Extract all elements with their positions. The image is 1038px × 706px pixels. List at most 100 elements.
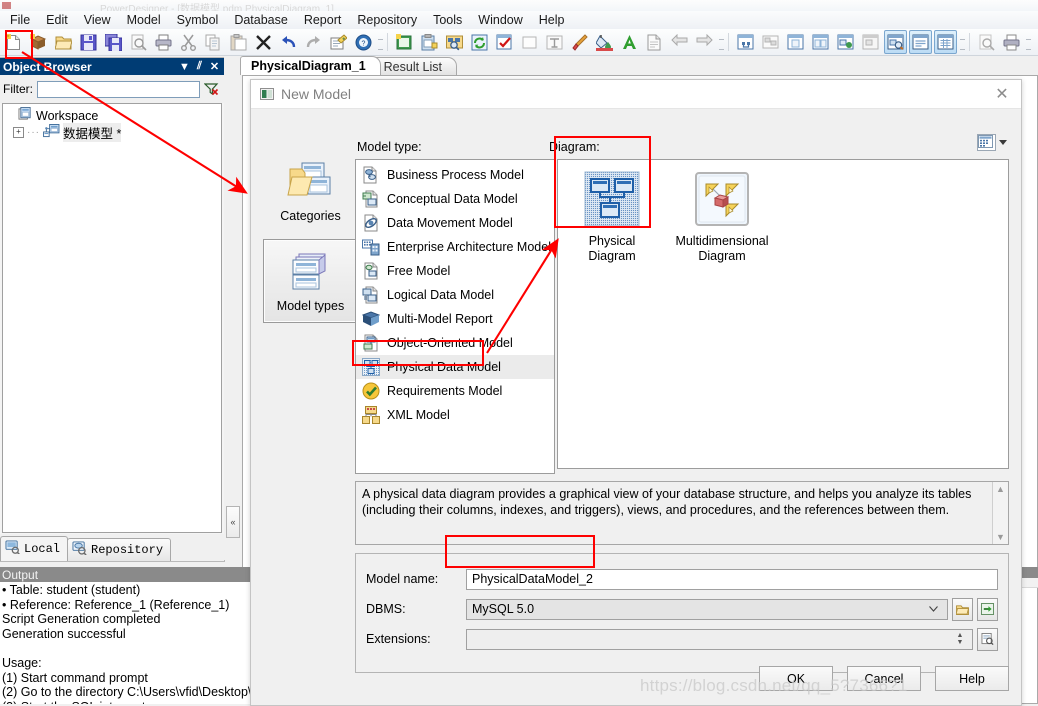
model-type-item-data-movement-model[interactable]: Data Movement Model xyxy=(356,211,554,235)
copy-icon[interactable] xyxy=(202,30,225,54)
toolbar-overflow-handle[interactable] xyxy=(718,31,725,53)
paste-icon[interactable] xyxy=(227,30,250,54)
model-type-item-free-model[interactable]: Free Model xyxy=(356,259,554,283)
output-log[interactable]: • Table: student (student) • Reference: R… xyxy=(0,582,250,704)
open-folder-icon[interactable] xyxy=(52,30,75,54)
print-preview2-icon[interactable] xyxy=(975,30,998,54)
menu-item-tools[interactable]: Tools xyxy=(425,12,470,28)
model-type-item-xml-model[interactable]: XML Model xyxy=(356,403,554,427)
extensions-input[interactable]: ▲ ▼ xyxy=(466,628,973,650)
output-toggle-icon[interactable] xyxy=(909,30,932,54)
result-list-toggle-icon[interactable] xyxy=(934,30,957,54)
single-page-icon[interactable] xyxy=(784,30,807,54)
paintbrush-icon[interactable] xyxy=(568,30,591,54)
rail-categories-button[interactable]: Categories xyxy=(263,149,358,233)
blank-shape-icon[interactable] xyxy=(518,30,541,54)
tree-item-data-model[interactable]: + ··· 数据模型 * xyxy=(5,123,219,142)
diagram-item-physical[interactable]: Physical Diagram xyxy=(564,166,660,264)
dbms-share-button[interactable] xyxy=(977,597,998,621)
delete-x-icon[interactable] xyxy=(252,30,275,54)
save-icon[interactable] xyxy=(77,30,100,54)
model-explorer-icon[interactable] xyxy=(834,30,857,54)
new-document-icon[interactable] xyxy=(2,30,25,54)
extensions-browse-button[interactable] xyxy=(977,627,998,651)
print-preview-icon[interactable] xyxy=(127,30,150,54)
help-circle-icon[interactable]: ? xyxy=(352,30,375,54)
undo-arrow-icon[interactable] xyxy=(277,30,300,54)
model-type-item-physical-data-model[interactable]: Physical Data Model xyxy=(356,355,554,379)
model-type-list[interactable]: Business Process Model Conceptual Data Mo… xyxy=(355,159,555,474)
tab-local[interactable]: Local xyxy=(0,536,69,561)
model-type-item-conceptual-data-model[interactable]: Conceptual Data Model xyxy=(356,187,554,211)
chevron-down-icon[interactable]: ▼ xyxy=(177,61,192,73)
model-type-item-enterprise-architecture-model[interactable]: Enterprise Architecture Model xyxy=(356,235,554,259)
diagram-view-mode[interactable] xyxy=(977,134,1007,151)
menu-item-database[interactable]: Database xyxy=(226,12,296,28)
check-model-icon[interactable] xyxy=(493,30,516,54)
document-tab-result-list[interactable]: Result List xyxy=(372,57,458,75)
cut-scissors-icon[interactable] xyxy=(177,30,200,54)
menu-item-model[interactable]: Model xyxy=(119,12,169,28)
font-color-icon[interactable] xyxy=(618,30,641,54)
dialog-close-button[interactable]: ✕ xyxy=(989,83,1015,105)
menu-item-symbol[interactable]: Symbol xyxy=(169,12,227,28)
model-type-item-logical-data-model[interactable]: Logical Data Model xyxy=(356,283,554,307)
menu-item-report[interactable]: Report xyxy=(296,12,350,28)
chevron-down-icon[interactable] xyxy=(925,606,942,612)
tab-repository[interactable]: Repository xyxy=(67,538,172,561)
menu-item-view[interactable]: View xyxy=(76,12,119,28)
description-scrollbar[interactable]: ▲ ▼ xyxy=(992,482,1008,544)
tile-view-icon[interactable] xyxy=(759,30,782,54)
save-all-icon[interactable] xyxy=(102,30,125,54)
model-name-input[interactable]: PhysicalDataModel_2 xyxy=(466,568,998,590)
clear-filter-icon[interactable] xyxy=(204,82,219,96)
close-icon[interactable]: ✕ xyxy=(207,60,222,73)
tree-item-workspace[interactable]: Workspace xyxy=(5,107,219,124)
overview-icon[interactable] xyxy=(859,30,882,54)
refresh-green-icon[interactable] xyxy=(468,30,491,54)
browser-toggle-icon[interactable] xyxy=(884,30,907,54)
toolbar-overflow-handle[interactable] xyxy=(1025,31,1032,53)
format-frame-icon[interactable] xyxy=(543,30,566,54)
diagram-item-multidimensional[interactable]: Multidimensional Diagram xyxy=(674,166,770,264)
properties-icon[interactable] xyxy=(327,30,350,54)
note-icon[interactable] xyxy=(643,30,666,54)
model-type-item-business-process-model[interactable]: Business Process Model xyxy=(356,163,554,187)
new-package-icon[interactable] xyxy=(27,30,50,54)
expander-icon[interactable]: + xyxy=(13,127,24,138)
print-icon[interactable] xyxy=(152,30,175,54)
dbms-browse-button[interactable] xyxy=(952,597,973,621)
prev-arrow-icon[interactable] xyxy=(668,30,691,54)
extensions-spinner[interactable]: ▲ ▼ xyxy=(953,632,967,646)
find-objects-icon[interactable] xyxy=(443,30,466,54)
model-type-item-object-oriented-model[interactable]: Object-Oriented Model xyxy=(356,331,554,355)
toolbar-overflow-handle[interactable] xyxy=(377,31,384,53)
collapse-browser-button[interactable]: « xyxy=(226,506,240,538)
diagram-gallery[interactable]: Physical Diagram Multidimensional Diagra… xyxy=(557,159,1009,469)
print2-icon[interactable] xyxy=(1000,30,1023,54)
redo-arrow-icon[interactable] xyxy=(302,30,325,54)
filter-input[interactable] xyxy=(37,80,200,98)
model-type-item-multi-model-report[interactable]: Multi-Model Report xyxy=(356,307,554,331)
pin-icon[interactable]: ⫽ xyxy=(192,60,207,73)
two-page-icon[interactable] xyxy=(809,30,832,54)
scroll-down-icon[interactable]: ▼ xyxy=(996,532,1005,542)
menu-item-repository[interactable]: Repository xyxy=(349,12,425,28)
menu-item-help[interactable]: Help xyxy=(531,12,573,28)
new-diagram-icon[interactable] xyxy=(393,30,416,54)
rail-model-types-button[interactable]: Model types xyxy=(263,239,358,323)
chevron-down-icon[interactable] xyxy=(999,140,1007,145)
help-button[interactable]: Help xyxy=(935,666,1009,691)
object-browser-tree[interactable]: Workspace + ··· 数据模型 * xyxy=(2,103,222,533)
dbms-combobox[interactable]: MySQL 5.0 xyxy=(466,598,948,620)
next-arrow-icon[interactable] xyxy=(693,30,716,54)
model-type-item-requirements-model[interactable]: Requirements Model xyxy=(356,379,554,403)
menu-item-window[interactable]: Window xyxy=(470,12,530,28)
dock-splitter[interactable]: « xyxy=(224,57,240,560)
clipboard-object-icon[interactable] xyxy=(418,30,441,54)
menu-item-edit[interactable]: Edit xyxy=(38,12,76,28)
menu-item-file[interactable]: File xyxy=(2,12,38,28)
diagram-view-icon[interactable] xyxy=(734,30,757,54)
scroll-up-icon[interactable]: ▲ xyxy=(996,484,1005,494)
toolbar-overflow-handle[interactable] xyxy=(959,31,966,53)
